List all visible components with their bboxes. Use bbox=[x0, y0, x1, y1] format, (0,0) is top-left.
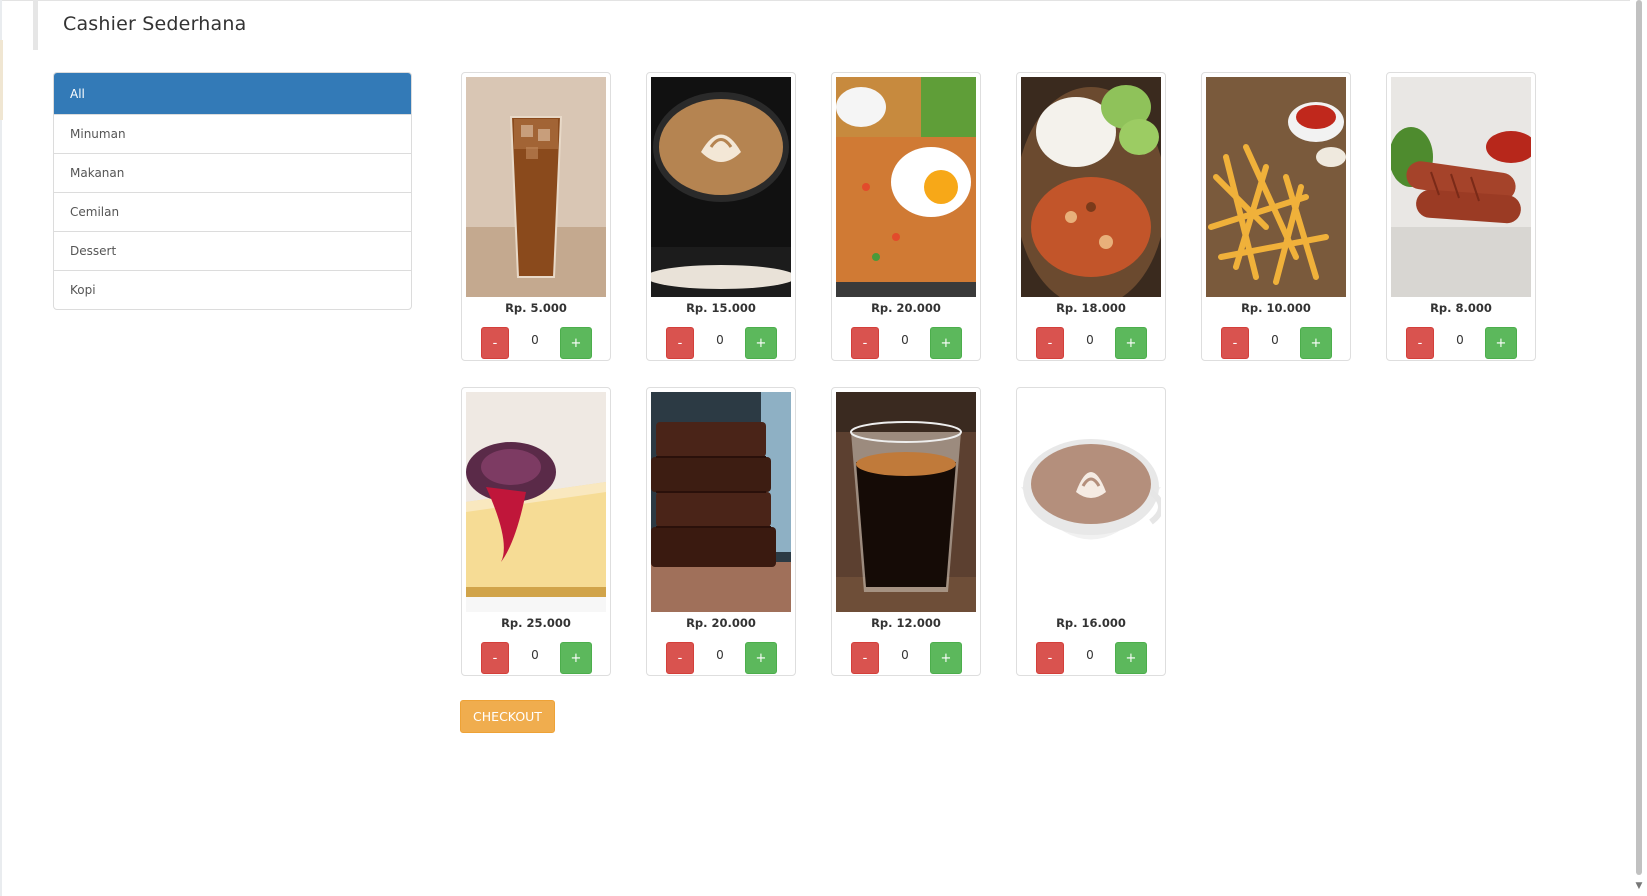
decrease-quantity-button[interactable]: - bbox=[851, 327, 879, 359]
product-price: Rp. 12.000 bbox=[871, 616, 941, 630]
product-card: Rp. 16.000 - 0 + bbox=[1016, 387, 1166, 676]
fried-rice-image bbox=[836, 77, 976, 297]
category-item-all[interactable]: All bbox=[54, 73, 411, 114]
product-card: Rp. 20.000 - 0 + bbox=[646, 387, 796, 676]
increase-quantity-button[interactable]: + bbox=[1485, 327, 1517, 359]
product-card: Rp. 25.000 - 0 + bbox=[461, 387, 611, 676]
scrollbar-thumb[interactable] bbox=[1636, 0, 1642, 875]
increase-quantity-button[interactable]: + bbox=[930, 327, 962, 359]
increase-quantity-button[interactable]: + bbox=[930, 642, 962, 674]
decrease-quantity-button[interactable]: - bbox=[1036, 327, 1064, 359]
page-title: Cashier Sederhana bbox=[63, 13, 247, 35]
product-card: Rp. 5.000 - 0 + bbox=[461, 72, 611, 361]
quantity-value: 0 bbox=[716, 648, 724, 662]
french-fries-image bbox=[1206, 77, 1346, 297]
sausage-image bbox=[1391, 77, 1531, 297]
increase-quantity-button[interactable]: + bbox=[745, 327, 777, 359]
product-price: Rp. 15.000 bbox=[686, 301, 756, 315]
quantity-value: 0 bbox=[1271, 333, 1279, 347]
latte-image bbox=[651, 77, 791, 297]
decrease-quantity-button[interactable]: - bbox=[666, 642, 694, 674]
increase-quantity-button[interactable]: + bbox=[1115, 642, 1147, 674]
decrease-quantity-button[interactable]: - bbox=[1036, 642, 1064, 674]
checkout-button[interactable]: CHECKOUT bbox=[460, 700, 555, 733]
category-list: All Minuman Makanan Cemilan Dessert Kopi bbox=[53, 72, 412, 310]
category-item-cemilan[interactable]: Cemilan bbox=[54, 192, 411, 231]
category-item-dessert[interactable]: Dessert bbox=[54, 231, 411, 270]
top-border bbox=[0, 0, 1630, 1]
product-price: Rp. 10.000 bbox=[1241, 301, 1311, 315]
cappuccino-image bbox=[1021, 392, 1161, 612]
window-left-edge-accent bbox=[0, 40, 3, 120]
product-card: Rp. 12.000 - 0 + bbox=[831, 387, 981, 676]
product-price: Rp. 20.000 bbox=[871, 301, 941, 315]
product-price: Rp. 20.000 bbox=[686, 616, 756, 630]
header-accent-bar bbox=[33, 0, 38, 50]
product-price: Rp. 16.000 bbox=[1056, 616, 1126, 630]
product-card: Rp. 15.000 - 0 + bbox=[646, 72, 796, 361]
product-card: Rp. 20.000 - 0 + bbox=[831, 72, 981, 361]
quantity-value: 0 bbox=[901, 333, 909, 347]
quantity-value: 0 bbox=[1086, 333, 1094, 347]
decrease-quantity-button[interactable]: - bbox=[666, 327, 694, 359]
decrease-quantity-button[interactable]: - bbox=[481, 327, 509, 359]
increase-quantity-button[interactable]: + bbox=[1115, 327, 1147, 359]
category-item-minuman[interactable]: Minuman bbox=[54, 114, 411, 153]
product-card: Rp. 10.000 - 0 + bbox=[1201, 72, 1351, 361]
product-card: Rp. 8.000 - 0 + bbox=[1386, 72, 1536, 361]
quantity-value: 0 bbox=[531, 648, 539, 662]
decrease-quantity-button[interactable]: - bbox=[1221, 327, 1249, 359]
category-item-kopi[interactable]: Kopi bbox=[54, 270, 411, 309]
increase-quantity-button[interactable]: + bbox=[560, 642, 592, 674]
decrease-quantity-button[interactable]: - bbox=[851, 642, 879, 674]
decrease-quantity-button[interactable]: - bbox=[1406, 327, 1434, 359]
scroll-down-arrow-icon[interactable]: ▼ bbox=[1633, 881, 1645, 891]
brownies-image bbox=[651, 392, 791, 612]
quantity-value: 0 bbox=[716, 333, 724, 347]
cheesecake-image bbox=[466, 392, 606, 612]
chicken-rice-image bbox=[1021, 77, 1161, 297]
product-card: Rp. 18.000 - 0 + bbox=[1016, 72, 1166, 361]
product-price: Rp. 18.000 bbox=[1056, 301, 1126, 315]
quantity-value: 0 bbox=[531, 333, 539, 347]
window-left-edge bbox=[0, 0, 2, 896]
quantity-value: 0 bbox=[1456, 333, 1464, 347]
product-price: Rp. 5.000 bbox=[505, 301, 567, 315]
increase-quantity-button[interactable]: + bbox=[1300, 327, 1332, 359]
product-price: Rp. 8.000 bbox=[1430, 301, 1492, 315]
increase-quantity-button[interactable]: + bbox=[560, 327, 592, 359]
espresso-image bbox=[836, 392, 976, 612]
quantity-value: 0 bbox=[901, 648, 909, 662]
decrease-quantity-button[interactable]: - bbox=[481, 642, 509, 674]
quantity-value: 0 bbox=[1086, 648, 1094, 662]
iced-tea-image bbox=[466, 77, 606, 297]
increase-quantity-button[interactable]: + bbox=[745, 642, 777, 674]
product-price: Rp. 25.000 bbox=[501, 616, 571, 630]
category-item-makanan[interactable]: Makanan bbox=[54, 153, 411, 192]
